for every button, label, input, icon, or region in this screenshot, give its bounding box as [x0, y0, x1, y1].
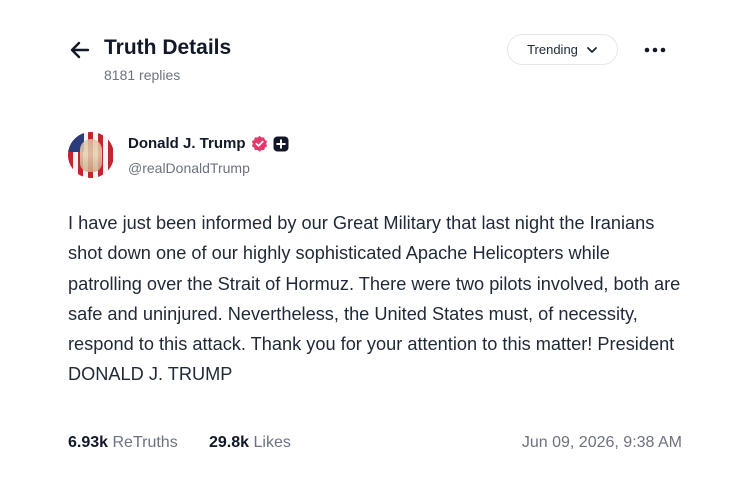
avatar[interactable]: [68, 132, 114, 178]
post-stats: 6.93k ReTruths 29.8k Likes Jun 09, 2026,…: [68, 434, 688, 456]
author-name[interactable]: Donald J. Trump: [128, 135, 246, 152]
avatar-portrait: [80, 139, 102, 172]
verified-badge-icon: [251, 135, 267, 152]
more-options-icon[interactable]: [640, 40, 670, 60]
post-body: I have just been informed by our Great M…: [68, 213, 681, 385]
sort-dropdown[interactable]: Trending: [507, 34, 618, 65]
likes-count: 29.8k: [209, 434, 250, 451]
retruths-count: 6.93k: [68, 434, 109, 451]
sort-dropdown-label: Trending: [527, 42, 578, 57]
plus-badge-icon: [273, 136, 289, 151]
author-handle[interactable]: @realDonaldTrump: [128, 160, 250, 176]
post-timestamp: Jun 09, 2026, 9:38 AM: [521, 434, 682, 451]
replies-count: 8181 replies: [104, 67, 181, 83]
chevron-down-icon: [587, 46, 597, 53]
retruths-label: ReTruths: [112, 434, 178, 451]
page-title: Truth Details: [104, 36, 232, 59]
likes-stat[interactable]: 29.8k Likes: [209, 434, 291, 452]
post-author: Donald J. Trump @realDonaldTrump: [68, 132, 688, 184]
page-header: Truth Details 8181 replies Trending: [68, 34, 688, 94]
likes-label: Likes: [253, 434, 291, 451]
author-name-row: Donald J. Trump: [128, 135, 289, 152]
retruths-stat[interactable]: 6.93k ReTruths: [68, 434, 178, 452]
back-arrow-icon[interactable]: [68, 38, 92, 62]
